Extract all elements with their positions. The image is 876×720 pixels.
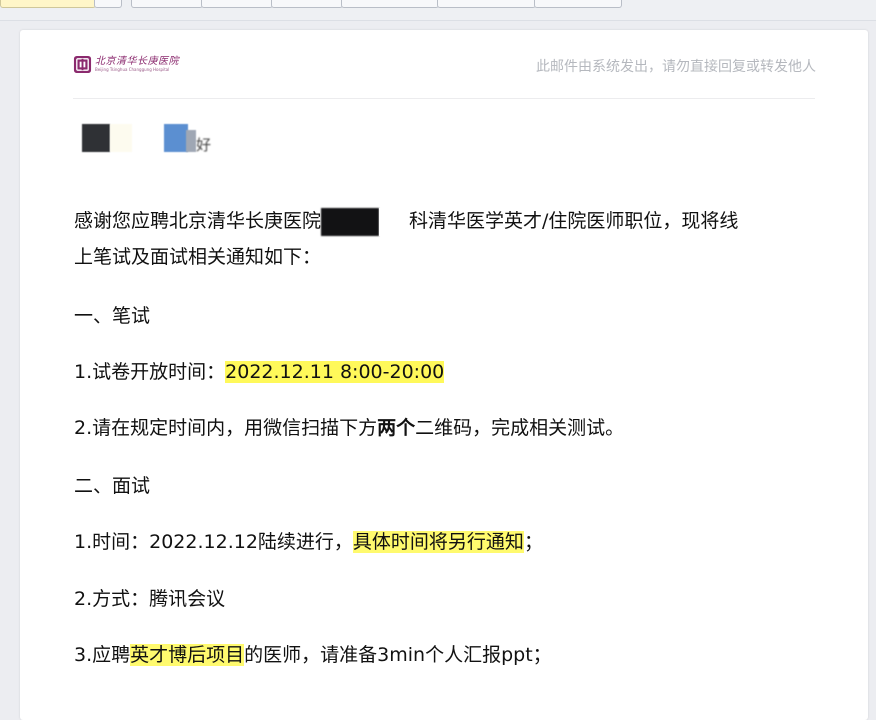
- interview-time-text: 1.时间：2022.12.12陆续进行，: [74, 531, 353, 553]
- interview-item-2: 2.方式：腾讯会议: [74, 585, 225, 613]
- section-written-test-title: 一、笔试: [74, 302, 150, 330]
- scan-instruction-a: 2.请在规定时间内，用微信扫描下方: [74, 417, 378, 439]
- logo-english-name: Beijing Tsinghua Changgung Hospital: [95, 66, 170, 72]
- interview-time-end: ；: [523, 531, 543, 553]
- redacted-name-block-4: [186, 130, 196, 152]
- redacted-name-block-1: [82, 124, 110, 152]
- interview-item-1: 1.时间：2022.12.12陆续进行，具体时间将另行通知；: [74, 528, 543, 556]
- postdoc-text-b: 的医师，请准备3min个人汇报ppt；: [244, 644, 552, 666]
- exam-open-time-label: 1.试卷开放时间：: [74, 361, 226, 383]
- tab-2[interactable]: [94, 0, 122, 8]
- intro-line-2: 上笔试及面试相关通知如下：: [74, 243, 321, 271]
- tab-4[interactable]: [201, 0, 273, 8]
- tab-1[interactable]: [0, 0, 96, 8]
- redacted-department: [321, 207, 410, 236]
- hospital-emblem-icon: [73, 55, 92, 73]
- intro-text-line2: 上笔试及面试相关通知如下：: [74, 246, 322, 268]
- section-interview-title: 二、面试: [74, 472, 150, 500]
- scan-instruction-b: 二维码，完成相关测试。: [415, 417, 625, 439]
- written-test-item-1: 1.试卷开放时间：2022.12.11 8:00-20:00: [74, 358, 445, 386]
- redacted-name-block-2: [110, 124, 132, 152]
- written-test-item-2: 2.请在规定时间内，用微信扫描下方两个二维码，完成相关测试。: [74, 414, 624, 442]
- section-2-title: 二、面试: [74, 475, 151, 497]
- interview-method: 2.方式：腾讯会议: [74, 588, 226, 610]
- logo-chinese-name: 北京清华长庚医院: [95, 55, 179, 67]
- redacted-name-block-3: [164, 124, 188, 152]
- intro-text-b: 科清华医学英才/住院医师职位，现将线: [409, 210, 739, 232]
- exam-open-time-value: 2022.12.11 8:00-20:00: [225, 361, 445, 383]
- tab-7[interactable]: [437, 0, 536, 8]
- greeting-suffix: 好: [196, 136, 212, 154]
- intro-line-1: 感谢您应聘北京清华长庚医院 科清华医学英才/住院医师职位，现将线: [74, 207, 738, 236]
- interview-item-3: 3.应聘英才博后项目的医师，请准备3min个人汇报ppt；: [74, 641, 552, 669]
- system-notice: 此邮件由系统发出，请勿直接回复或转发他人: [536, 59, 816, 75]
- scan-instruction-bold: 两个: [377, 417, 416, 439]
- intro-text-a: 感谢您应聘北京清华长庚医院: [74, 210, 322, 232]
- email-card: 北京清华长庚医院 Beijing Tsinghua Changgung Hosp…: [20, 30, 868, 720]
- postdoc-text-a: 3.应聘: [74, 644, 131, 666]
- tab-strip: [0, 0, 876, 21]
- section-1-title: 一、笔试: [74, 305, 151, 327]
- header-divider: [73, 98, 815, 99]
- interview-time-highlight: 具体时间将另行通知: [352, 531, 524, 553]
- postdoc-program-highlight: 英才博后项目: [130, 644, 245, 666]
- tab-6[interactable]: [341, 0, 439, 8]
- tab-8[interactable]: [534, 0, 622, 8]
- tab-3[interactable]: [131, 0, 203, 8]
- hospital-logo: 北京清华长庚医院 Beijing Tsinghua Changgung Hosp…: [73, 52, 179, 76]
- tab-5[interactable]: [271, 0, 343, 8]
